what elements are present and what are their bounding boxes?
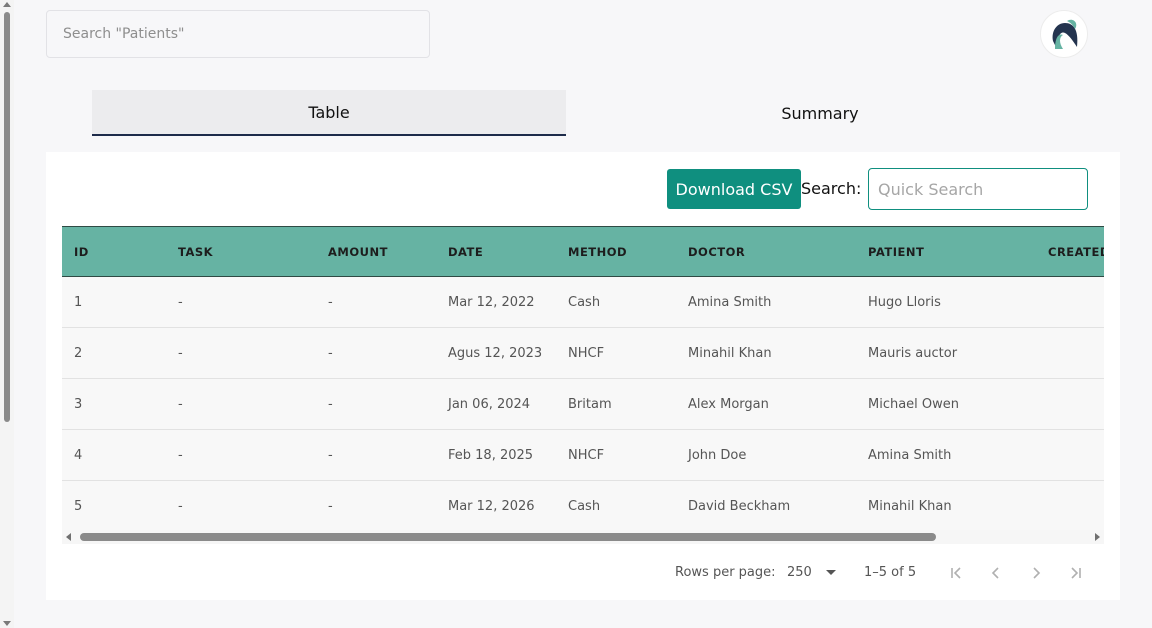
- cell-patient: Amina Smith: [868, 447, 952, 463]
- logo-icon: [1052, 19, 1078, 49]
- download-csv-button[interactable]: Download CSV: [667, 169, 801, 209]
- rows-per-page-value: 250: [787, 565, 812, 580]
- scroll-up-arrow-icon[interactable]: [3, 2, 11, 7]
- chevron-down-icon: [825, 570, 836, 575]
- cell-date: Jan 06, 2024: [448, 396, 531, 412]
- cell-task: -: [178, 345, 183, 361]
- table-row[interactable]: 2 - - Agus 12, 2023 NHCF Minahil Khan Ma…: [62, 327, 1104, 379]
- cell-created: [1036, 379, 1104, 430]
- column-header-id[interactable]: ID: [62, 226, 166, 277]
- cell-task: -: [178, 396, 183, 412]
- rows-per-page-select[interactable]: 250: [787, 565, 836, 580]
- cell-amount: -: [328, 294, 333, 310]
- cell-id: 4: [74, 447, 83, 463]
- pagination: Rows per page: 250 1–5 of 5: [46, 558, 1120, 588]
- cell-doctor: Amina Smith: [688, 294, 772, 310]
- cell-amount: -: [328, 498, 333, 514]
- cell-amount: -: [328, 447, 333, 463]
- cell-doctor: Alex Morgan: [688, 396, 769, 412]
- previous-page-button[interactable]: [984, 562, 1008, 584]
- cell-id: 1: [74, 294, 83, 310]
- cell-patient: Hugo Lloris: [868, 294, 941, 310]
- column-header-task[interactable]: TASK: [166, 226, 316, 277]
- next-page-button[interactable]: [1024, 562, 1048, 584]
- search-label: Search:: [801, 179, 862, 198]
- tab-table[interactable]: Table: [92, 90, 566, 136]
- cell-method: NHCF: [568, 345, 605, 361]
- chevron-left-icon: [991, 567, 999, 579]
- cell-date: Agus 12, 2023: [448, 345, 543, 361]
- cell-date: Mar 12, 2022: [448, 294, 535, 310]
- rows-per-page-label: Rows per page:: [675, 565, 776, 580]
- horizontal-scrollbar-thumb[interactable]: [80, 533, 936, 541]
- table-row[interactable]: 3 - - Jan 06, 2024 Britam Alex Morgan Mi…: [62, 378, 1104, 430]
- scroll-left-arrow-icon[interactable]: [66, 533, 71, 541]
- column-header-created[interactable]: CREATED: [1036, 226, 1104, 277]
- tab-summary[interactable]: Summary: [566, 90, 1074, 136]
- column-header-patient[interactable]: PATIENT: [856, 226, 1036, 277]
- cell-created: [1036, 277, 1104, 328]
- cell-id: 2: [74, 345, 83, 361]
- table-row[interactable]: 5 - - Mar 12, 2026 Cash David Beckham Mi…: [62, 480, 1104, 532]
- cell-method: Britam: [568, 396, 612, 412]
- table-row[interactable]: 1 - - Mar 12, 2022 Cash Amina Smith Hugo…: [62, 276, 1104, 328]
- cell-method: Cash: [568, 498, 601, 514]
- cell-task: -: [178, 498, 183, 514]
- table-card: Download CSV Search: ID TASK AMOUNT DATE…: [46, 152, 1120, 600]
- column-header-doctor[interactable]: DOCTOR: [676, 226, 856, 277]
- table-toolbar: Download CSV Search:: [46, 168, 1120, 210]
- cell-id: 5: [74, 498, 83, 514]
- last-page-icon: [1071, 567, 1081, 579]
- scroll-down-arrow-icon[interactable]: [3, 621, 11, 626]
- table-horizontal-scrollbar[interactable]: [62, 530, 1104, 544]
- page-scrollbar[interactable]: [0, 0, 14, 628]
- chevron-right-icon: [1033, 567, 1041, 579]
- first-page-button[interactable]: [944, 562, 968, 584]
- payments-table: ID TASK AMOUNT DATE METHOD DOCTOR PATIEN…: [62, 226, 1104, 532]
- cell-created: [1036, 328, 1104, 379]
- cell-patient: Minahil Khan: [868, 498, 952, 514]
- app-logo[interactable]: [1040, 10, 1088, 58]
- view-tabs: Table Summary: [92, 90, 1074, 136]
- cell-method: NHCF: [568, 447, 605, 463]
- cell-patient: Mauris auctor: [868, 345, 958, 361]
- cell-amount: -: [328, 345, 333, 361]
- cell-id: 3: [74, 396, 83, 412]
- cell-task: -: [178, 447, 183, 463]
- cell-created: [1036, 430, 1104, 481]
- last-page-button[interactable]: [1064, 562, 1088, 584]
- cell-method: Cash: [568, 294, 601, 310]
- cell-doctor: David Beckham: [688, 498, 791, 514]
- cell-task: -: [178, 294, 183, 310]
- cell-amount: -: [328, 396, 333, 412]
- patients-search-input[interactable]: [46, 10, 430, 58]
- cell-doctor: John Doe: [688, 447, 747, 463]
- column-header-date[interactable]: DATE: [436, 226, 556, 277]
- column-header-method[interactable]: METHOD: [556, 226, 676, 277]
- pagination-range: 1–5 of 5: [864, 565, 917, 580]
- first-page-icon: [951, 567, 961, 579]
- column-header-amount[interactable]: AMOUNT: [316, 226, 436, 277]
- scrollbar-thumb[interactable]: [4, 12, 10, 422]
- cell-doctor: Minahil Khan: [688, 345, 772, 361]
- cell-date: Feb 18, 2025: [448, 447, 534, 463]
- data-table-container: ID TASK AMOUNT DATE METHOD DOCTOR PATIEN…: [62, 226, 1104, 544]
- quick-search-input[interactable]: [868, 168, 1088, 210]
- scroll-right-arrow-icon[interactable]: [1095, 533, 1100, 541]
- cell-created: [1036, 481, 1104, 532]
- cell-patient: Michael Owen: [868, 396, 960, 412]
- table-header-row: ID TASK AMOUNT DATE METHOD DOCTOR PATIEN…: [62, 226, 1104, 277]
- cell-date: Mar 12, 2026: [448, 498, 535, 514]
- table-row[interactable]: 4 - - Feb 18, 2025 NHCF John Doe Amina S…: [62, 429, 1104, 481]
